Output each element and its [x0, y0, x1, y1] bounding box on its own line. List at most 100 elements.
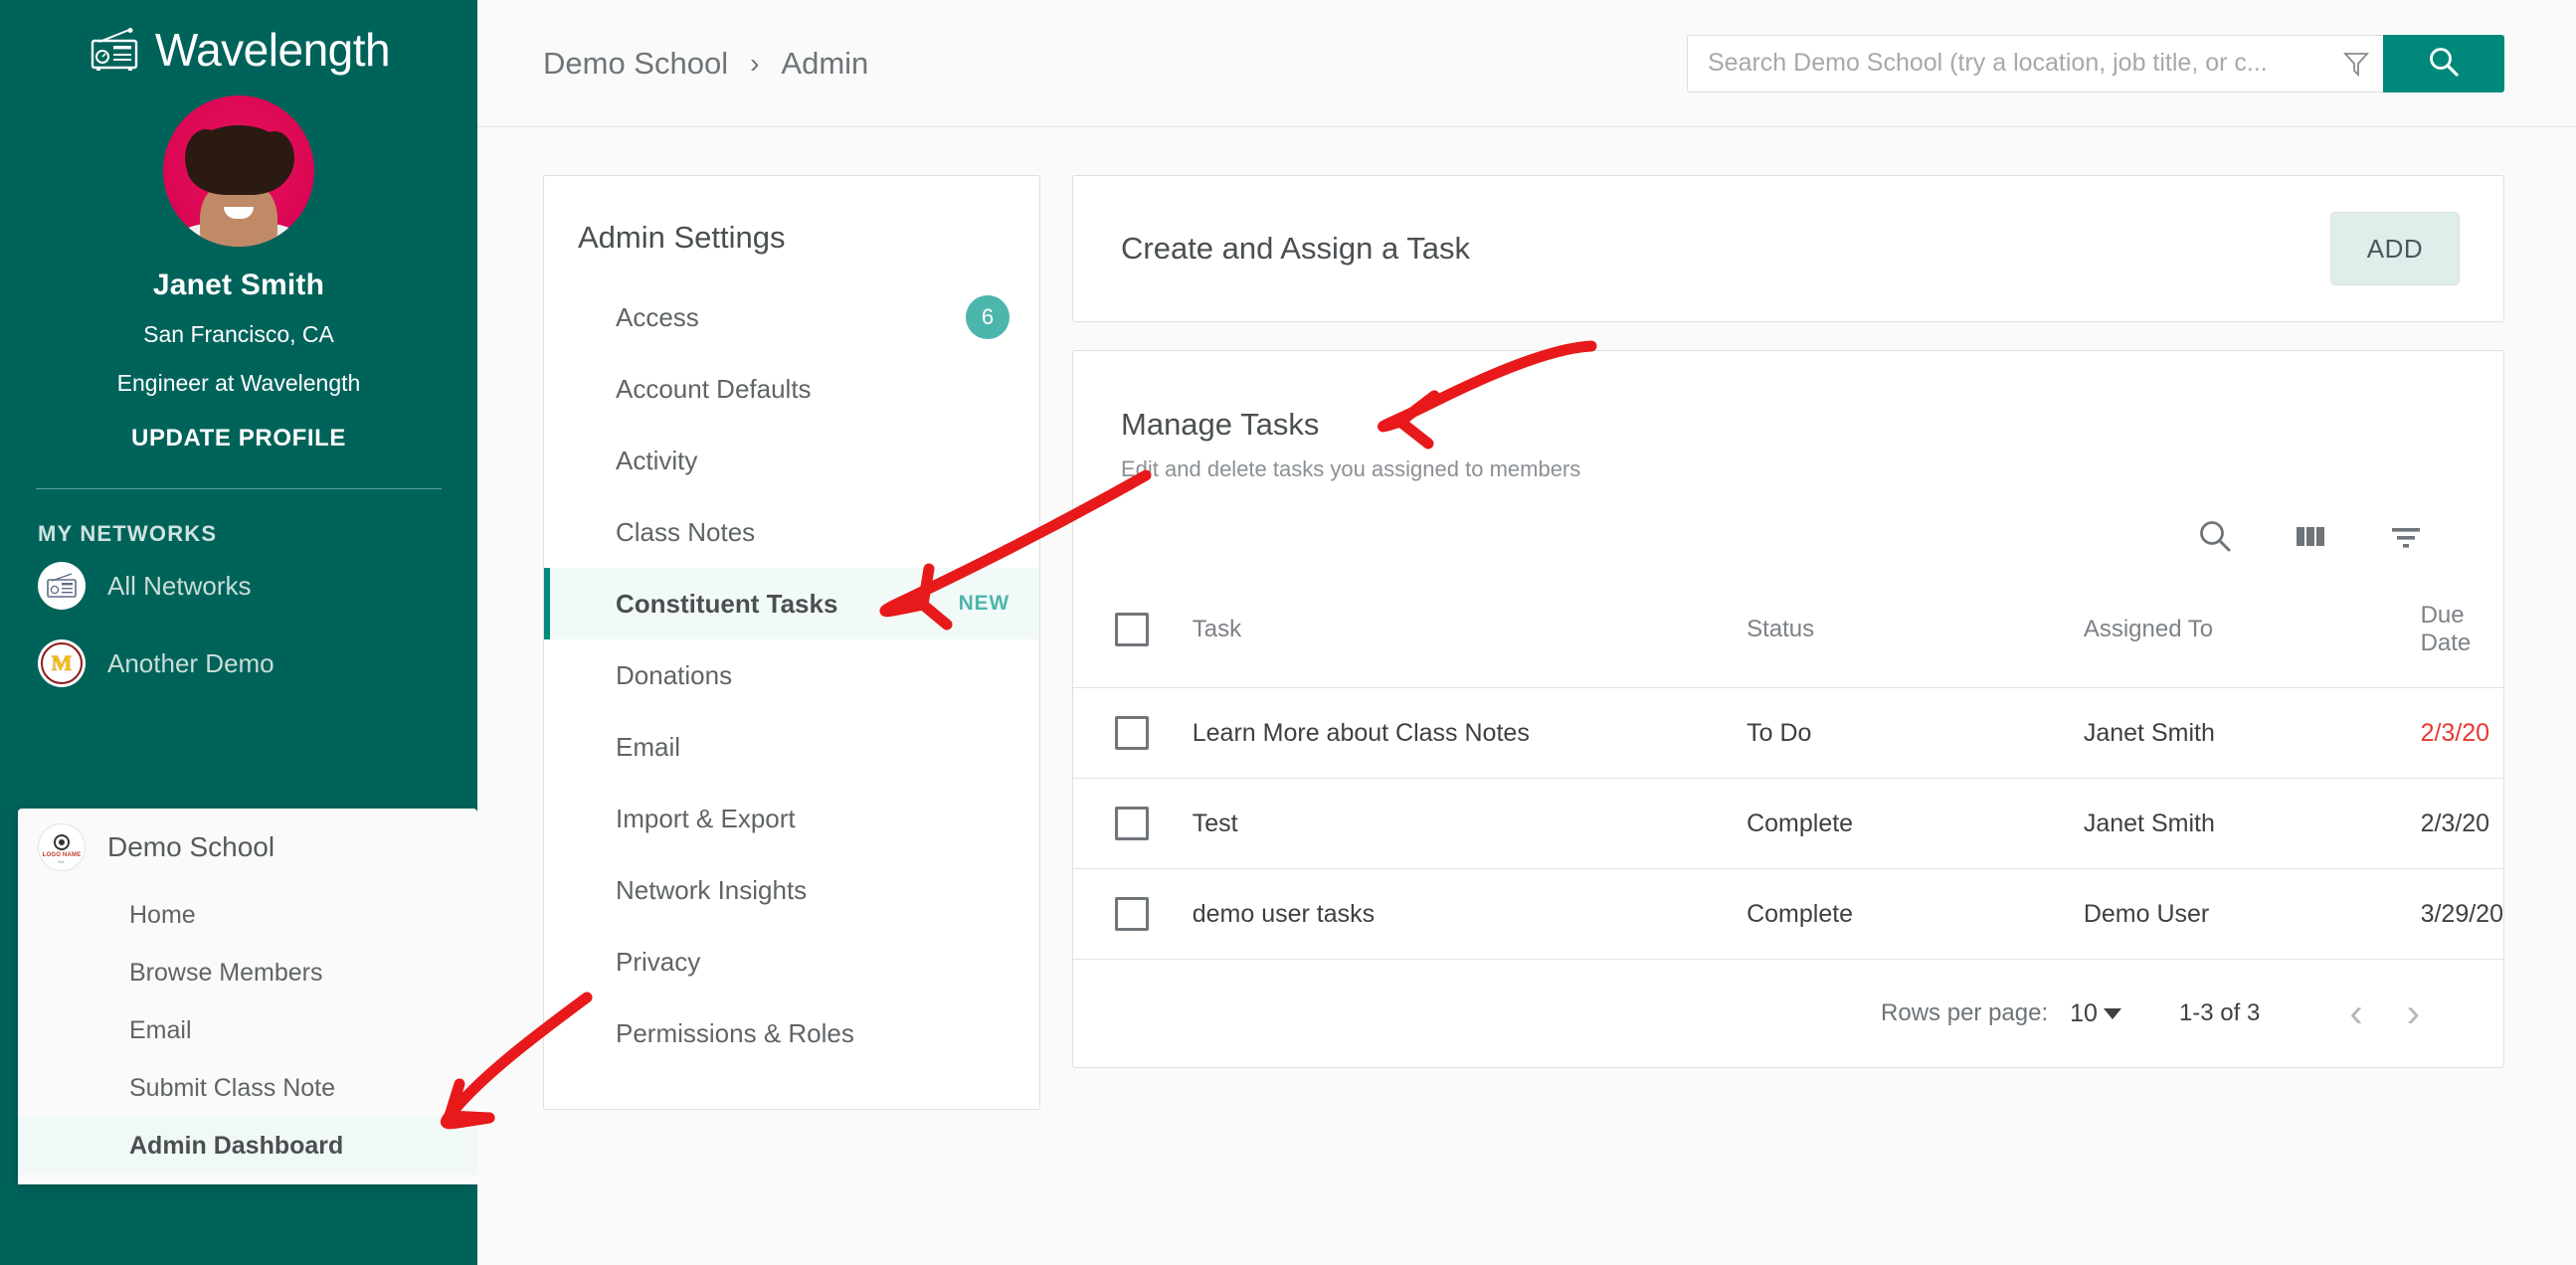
profile-location: San Francisco, CA	[0, 318, 477, 351]
table-row[interactable]: Test Complete Janet Smith 2/3/20	[1073, 779, 2503, 869]
settings-item-label: Import & Export	[616, 804, 796, 834]
cell-due-date: 3/29/20	[2421, 869, 2503, 960]
settings-item-label: Account Defaults	[616, 374, 812, 405]
flyout-item-admin-dashboard[interactable]: Admin Dashboard	[18, 1117, 477, 1175]
flyout-item-home[interactable]: Home	[18, 886, 477, 944]
avatar-wrapper	[0, 95, 477, 247]
create-assign-task-card: Create and Assign a Task ADD	[1072, 175, 2504, 322]
settings-item-label: Constituent Tasks	[616, 589, 837, 620]
row-select-cell	[1073, 869, 1193, 960]
column-header-status[interactable]: Status	[1747, 584, 2084, 688]
settings-item-import-export[interactable]: Import & Export	[544, 783, 1039, 854]
settings-item-label: Access	[616, 302, 699, 333]
table-header-row: Task Status Assigned To Due Date	[1073, 584, 2503, 688]
content-area: Admin Settings Access 6 Account Defaults…	[477, 127, 2576, 1110]
manage-tasks-title: Manage Tasks	[1121, 407, 2503, 443]
add-task-button[interactable]: ADD	[2330, 212, 2460, 285]
breadcrumb-admin[interactable]: Admin	[781, 46, 868, 82]
settings-item-class-notes[interactable]: Class Notes	[544, 496, 1039, 568]
cell-task: demo user tasks	[1193, 869, 1747, 960]
settings-item-label: Privacy	[616, 947, 700, 978]
row-checkbox[interactable]	[1115, 807, 1149, 840]
tasks-table-head: Task Status Assigned To Due Date	[1073, 584, 2503, 688]
sidebar-item-label: All Networks	[107, 571, 251, 602]
flyout-header-demo-school[interactable]: LOGO NAMEEst. Demo School	[18, 809, 477, 886]
settings-item-email[interactable]: Email	[544, 711, 1039, 783]
avatar[interactable]	[163, 95, 314, 247]
access-count-badge: 6	[966, 295, 1010, 339]
topbar: Demo School › Admin	[477, 0, 2576, 127]
flyout-item-browse-members[interactable]: Browse Members	[18, 944, 477, 1001]
settings-item-label: Activity	[616, 446, 697, 476]
sidebar-item-another-demo[interactable]: M Another Demo	[0, 625, 477, 702]
settings-item-activity[interactable]: Activity	[544, 425, 1039, 496]
column-header-assigned-to[interactable]: Assigned To	[2084, 584, 2421, 688]
settings-item-permissions-roles[interactable]: Permissions & Roles	[544, 997, 1039, 1069]
profile-title: Engineer at Wavelength	[0, 367, 477, 400]
admin-settings-title: Admin Settings	[544, 176, 1039, 281]
row-select-cell	[1073, 779, 1193, 869]
column-header-task[interactable]: Task	[1193, 584, 1747, 688]
cell-assigned-to: Demo User	[2084, 869, 2421, 960]
manage-tasks-subtitle: Edit and delete tasks you assigned to me…	[1121, 456, 2503, 482]
row-checkbox[interactable]	[1115, 897, 1149, 931]
prev-page-button[interactable]: ‹	[2327, 994, 2384, 1033]
rows-per-page-label: Rows per page:	[1881, 999, 2048, 1027]
table-row[interactable]: demo user tasks Complete Demo User 3/29/…	[1073, 869, 2503, 960]
pagination-range: 1-3 of 3	[2179, 999, 2260, 1027]
sidebar-item-label: Another Demo	[107, 648, 275, 679]
settings-item-label: Permissions & Roles	[616, 1018, 854, 1049]
next-page-button[interactable]: ›	[2385, 994, 2442, 1033]
table-row[interactable]: Learn More about Class Notes To Do Janet…	[1073, 688, 2503, 779]
brand[interactable]: Wavelength	[0, 0, 477, 78]
sidebar-item-all-networks[interactable]: All Networks	[0, 547, 477, 625]
flyout-item-submit-class-note[interactable]: Submit Class Note	[18, 1059, 477, 1117]
row-checkbox[interactable]	[1115, 716, 1149, 750]
funnel-icon[interactable]	[2343, 51, 2369, 77]
cell-due-date: 2/3/20	[2421, 779, 2503, 869]
cell-due-date: 2/3/20	[2421, 688, 2503, 779]
radio-icon	[38, 562, 86, 610]
settings-item-donations[interactable]: Donations	[544, 639, 1039, 711]
manage-tasks-card: Manage Tasks Edit and delete tasks you a…	[1072, 350, 2504, 1068]
sidebar-divider	[36, 488, 442, 489]
cell-assigned-to: Janet Smith	[2084, 779, 2421, 869]
demo-school-flyout: LOGO NAMEEst. Demo School Home Browse Me…	[18, 809, 477, 1184]
cell-task: Learn More about Class Notes	[1193, 688, 1747, 779]
column-header-due-date[interactable]: Due Date	[2421, 584, 2503, 688]
tasks-table: Task Status Assigned To Due Date	[1073, 584, 2503, 960]
cell-assigned-to: Janet Smith	[2084, 688, 2421, 779]
main-content: Demo School › Admin	[477, 0, 2576, 1265]
settings-item-constituent-tasks[interactable]: Constituent Tasks NEW	[544, 568, 1039, 639]
settings-item-access[interactable]: Access 6	[544, 281, 1039, 353]
radio-icon	[88, 28, 141, 72]
settings-item-network-insights[interactable]: Network Insights	[544, 854, 1039, 926]
filter-list-icon[interactable]	[2386, 516, 2426, 556]
search-icon[interactable]	[2195, 516, 2235, 556]
sidebar: Wavelength Janet Smith San Francisco, CA…	[0, 0, 477, 1265]
chevron-right-icon: ›	[750, 48, 759, 80]
tasks-table-body: Learn More about Class Notes To Do Janet…	[1073, 688, 2503, 960]
app-root: Wavelength Janet Smith San Francisco, CA…	[0, 0, 2576, 1265]
admin-settings-card: Admin Settings Access 6 Account Defaults…	[543, 175, 1040, 1110]
settings-item-account-defaults[interactable]: Account Defaults	[544, 353, 1039, 425]
search-button[interactable]	[2383, 35, 2504, 92]
flyout-title: Demo School	[107, 831, 275, 863]
view-columns-icon[interactable]	[2291, 516, 2330, 556]
cell-status: Complete	[1747, 779, 2084, 869]
update-profile-button[interactable]: UPDATE PROFILE	[0, 425, 477, 452]
settings-item-privacy[interactable]: Privacy	[544, 926, 1039, 997]
rows-per-page-select[interactable]: 10	[2070, 999, 2121, 1028]
table-pagination: Rows per page: 10 1-3 of 3 ‹ ›	[1073, 960, 2503, 1067]
search-bar	[1687, 35, 2504, 92]
search-input[interactable]	[1708, 49, 2333, 78]
select-all-checkbox[interactable]	[1115, 613, 1149, 646]
breadcrumb-demo-school[interactable]: Demo School	[543, 46, 728, 82]
cell-status: To Do	[1747, 688, 2084, 779]
cell-task: Test	[1193, 779, 1747, 869]
flyout-item-email[interactable]: Email	[18, 1001, 477, 1059]
settings-item-label: Email	[616, 732, 680, 763]
settings-item-label: Network Insights	[616, 875, 807, 906]
breadcrumb: Demo School › Admin	[543, 46, 868, 82]
create-task-title: Create and Assign a Task	[1121, 231, 1470, 267]
